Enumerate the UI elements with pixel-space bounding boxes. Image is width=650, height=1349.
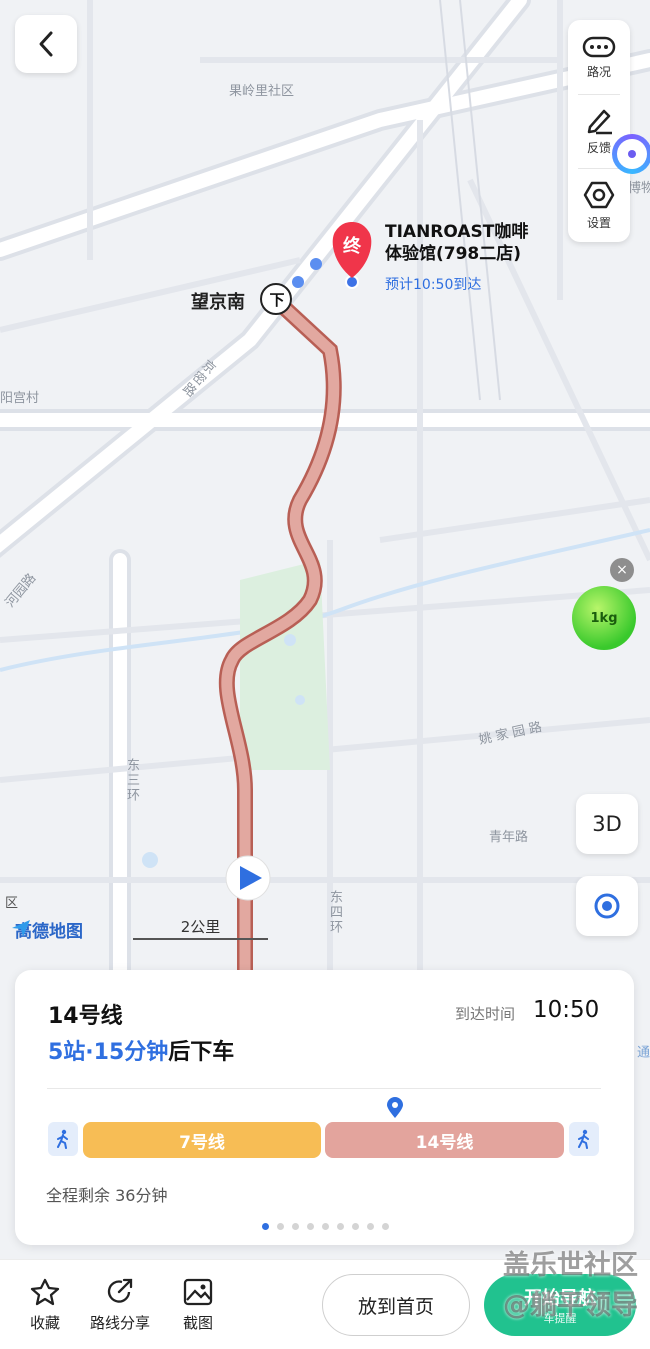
screenshot-label: 截图 [183,1314,214,1332]
map-label-tong: 通 [634,1045,649,1060]
map-scale-label: 2公里 [180,918,221,936]
settings-label: 设置 [586,215,611,230]
pager-dot[interactable] [262,1223,269,1230]
card-divider [47,1088,601,1089]
walk-start-segment [48,1122,78,1156]
locate-icon [594,893,620,919]
locate-button[interactable] [576,876,638,936]
image-icon [183,1278,213,1306]
3d-label: 3D [592,812,622,836]
station-exit-badge: 下 [269,291,285,309]
favorite-label: 收藏 [30,1314,61,1332]
pager-dot[interactable] [292,1223,299,1230]
pager-dot[interactable] [382,1223,389,1230]
station-name[interactable]: 望京南 [191,288,245,314]
carbon-bubble[interactable]: 1kg [572,586,636,650]
current-position-pin-icon [387,1097,403,1118]
map-label-qu: 区 [5,896,19,911]
map-scale-bar [133,938,268,940]
ride-summary: 5站·15分钟后下车 [48,1034,234,1066]
route-card[interactable]: 14号线 到达时间 10:50 5站·15分钟后下车 7号线 14号线 全程剩余… [15,970,634,1245]
walk-icon [57,1129,68,1149]
pager-dot[interactable] [352,1223,359,1230]
destination-name-line1: TIANROAST咖啡 [385,222,529,242]
share-icon [107,1278,133,1303]
pager-dot[interactable] [277,1223,284,1230]
map-label-dongsanhuan: 东三环 [124,758,139,803]
destination-name-line2: 体验馆(798二店) [385,244,522,264]
feedback-label: 反馈 [586,140,611,155]
gear-icon [583,181,615,208]
remaining-time: 全程剩余 36分钟 [46,1186,168,1205]
map-brand: 高德地图 [10,917,83,942]
destination-eta: 预计10:50到达 [385,277,482,293]
summary-highlight: 5站·15分钟 [48,1040,169,1065]
destination-name[interactable]: TIANROAST咖啡 体验馆(798二店) [385,221,528,265]
segment-line-7[interactable]: 7号线 [83,1122,321,1158]
arrive-time: 10:50 [533,997,600,1023]
3d-toggle-button[interactable]: 3D [576,794,638,854]
watermark-line2: @躺平领导 [503,1290,638,1321]
walk-icon [578,1129,589,1149]
line-title: 14号线 [48,1004,123,1029]
share-route-button[interactable]: 路线分享 [90,1278,150,1333]
pen-icon [587,109,612,134]
map-label-qingnian: 青年路 [489,830,529,845]
watermark-line1: 盖乐世社区 [503,1250,638,1281]
card-pager[interactable] [262,1223,389,1230]
screenshot-button[interactable]: 截图 [183,1278,213,1333]
back-button[interactable] [15,15,77,73]
carbon-bubble-label: 1kg [590,610,618,626]
share-label: 路线分享 [90,1314,151,1332]
map-label-museum: 博物 [628,181,650,196]
summary-rest: 后下车 [168,1040,235,1065]
traffic-icon [582,36,616,57]
pager-dot[interactable] [322,1223,329,1230]
traffic-label: 路况 [586,64,611,79]
bubble-close-button[interactable]: × [610,558,634,582]
assistant-orb-icon[interactable] [612,134,650,174]
pager-dot[interactable] [307,1223,314,1230]
walk-end-segment [569,1122,599,1156]
map-label-yanggong: 阳宫村 [0,391,40,406]
pager-dot[interactable] [337,1223,344,1230]
add-to-home-label: 放到首页 [357,1295,434,1318]
add-to-home-button[interactable]: 放到首页 [322,1274,470,1336]
segment-line-14[interactable]: 14号线 [325,1122,564,1158]
watermark: 盖乐世社区 @躺平领导 [503,1246,638,1326]
star-icon [30,1278,60,1306]
chevron-left-icon [39,31,53,57]
amap-logo-icon [12,920,30,937]
favorite-button[interactable]: 收藏 [30,1278,60,1333]
settings-button[interactable]: 设置 [568,168,630,242]
map-label-guolingli: 果岭里社区 [229,84,295,99]
traffic-button[interactable]: 路况 [568,20,630,94]
map-tools-panel: 路况 反馈 设置 [568,20,630,242]
destination-pin-badge: 终 [343,236,361,257]
arrive-label: 到达时间 [455,1005,516,1023]
map-label-dongsihuan: 东四环 [327,890,342,935]
pager-dot[interactable] [367,1223,374,1230]
